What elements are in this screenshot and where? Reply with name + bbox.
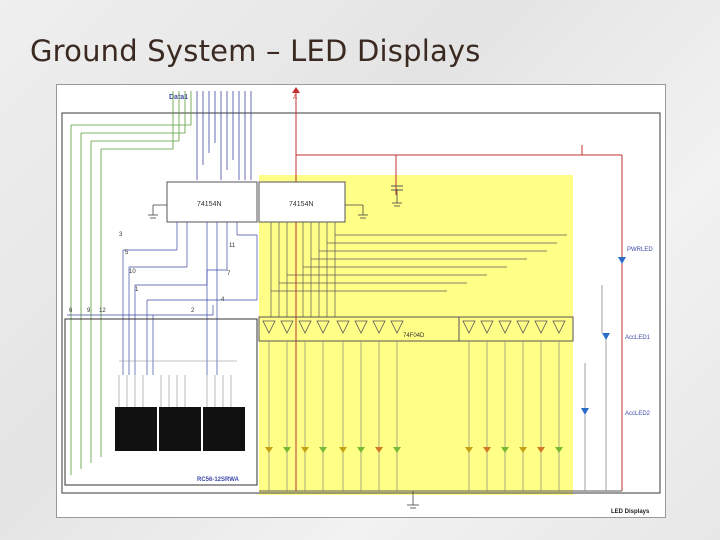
data-bus-wires: [196, 91, 252, 180]
led-label-acc2: AccLED2: [625, 411, 651, 417]
supply-arrow-icon: [292, 87, 300, 93]
pin-label: 12: [99, 308, 106, 314]
display-pin-wires: [118, 360, 237, 407]
display-part-label: RC56-12SRWA: [197, 477, 240, 483]
slide-title: Ground System – LED Displays: [30, 34, 481, 68]
pin-label: 5: [125, 250, 129, 256]
led-label-acc1: AccLED1: [625, 335, 651, 341]
schematic-diagram: A Data1 74154N 74154N 74F04D PWRLED AccL…: [56, 84, 666, 518]
pin-label: 11: [229, 243, 236, 249]
schematic-svg: A Data1 74154N 74154N 74F04D PWRLED AccL…: [61, 87, 661, 515]
supply-label: A: [293, 95, 297, 101]
seven-segment-digit: [159, 407, 201, 451]
frame-caption: LED Displays: [611, 509, 650, 515]
pin-label: 3: [119, 232, 123, 238]
seven-segment-digit: [115, 407, 157, 451]
indicator-resistor-wires: [584, 285, 607, 491]
indicator-led-icons: [581, 257, 626, 415]
led-label-pwr: PWRLED: [627, 247, 653, 253]
buffer-array-label: 74F04D: [403, 333, 425, 339]
pin-label: 6: [69, 308, 73, 314]
pin-label: 2: [191, 308, 195, 314]
pin-label: 7: [227, 271, 231, 277]
ic-left-label: 74154N: [197, 201, 222, 208]
seven-segment-displays: [115, 407, 245, 451]
pin-label: 9: [87, 308, 91, 314]
pin-label: 1: [135, 287, 139, 293]
seven-segment-digit: [203, 407, 245, 451]
ic-right-label: 74154N: [289, 201, 314, 208]
pin-label: 10: [129, 269, 136, 275]
